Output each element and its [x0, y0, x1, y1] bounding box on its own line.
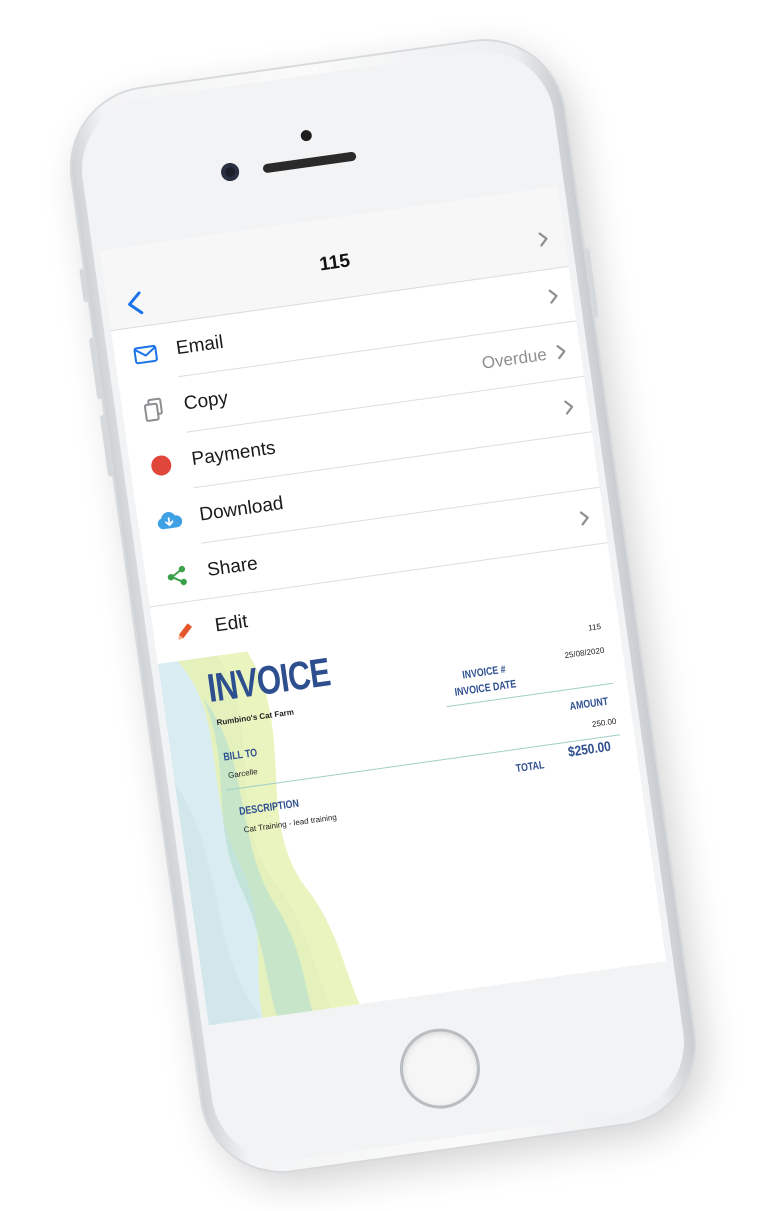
- total-label: TOTAL: [515, 759, 546, 776]
- email-icon: [131, 340, 160, 369]
- cloud-download-icon: [154, 506, 183, 535]
- power-button: [583, 247, 599, 318]
- payments-dot-icon: [147, 451, 176, 480]
- menu-item-label: Edit: [213, 611, 250, 637]
- pencil-icon: [170, 617, 199, 646]
- chevron-right-icon: [564, 400, 574, 415]
- volume-up-button: [88, 337, 104, 400]
- copy-icon: [139, 395, 168, 424]
- invoice-number-label: INVOICE #: [461, 663, 507, 682]
- invoice-number: 115: [587, 621, 602, 633]
- chevron-right-icon: [538, 232, 548, 247]
- chevron-right-icon: [579, 511, 589, 526]
- menu-item-label: Download: [198, 492, 285, 526]
- mute-switch: [79, 268, 90, 303]
- menu-item-label: Share: [205, 553, 260, 581]
- line-amount: 250.00: [591, 716, 617, 730]
- invoice-preview: INVOICE Rumbino's Cat Farm 115 INVOICE #…: [157, 599, 667, 1026]
- phone-frame: 115 Email Copy Overdue Payments Download…: [61, 30, 705, 1182]
- menu-item-label: Copy: [182, 387, 230, 415]
- chevron-right-icon: [556, 345, 566, 360]
- chevron-right-icon: [548, 289, 558, 304]
- status-value: Overdue: [480, 344, 548, 373]
- device-scene: 115 Email Copy Overdue Payments Download…: [0, 0, 768, 1211]
- invoice-date: 25/08/2020: [564, 645, 605, 661]
- action-menu: Email Copy Overdue Payments Download Sha…: [111, 266, 615, 663]
- menu-item-label: Payments: [190, 437, 277, 471]
- share-icon: [162, 562, 191, 591]
- amount-label: AMOUNT: [569, 695, 609, 713]
- menu-item-label: Email: [174, 331, 225, 360]
- volume-down-button: [99, 414, 115, 477]
